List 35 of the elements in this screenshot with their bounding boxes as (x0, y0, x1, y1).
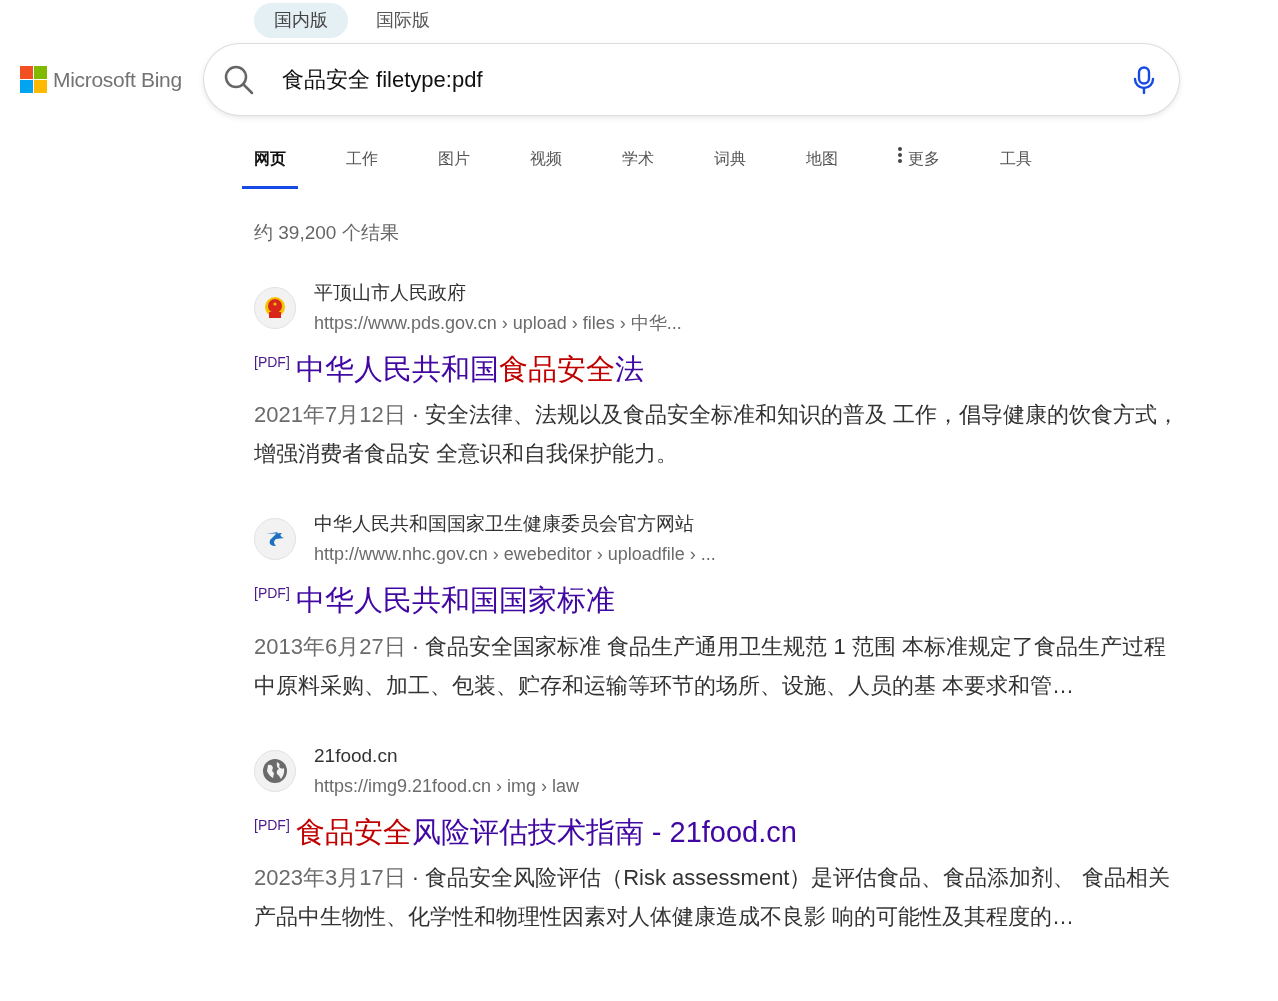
pdf-label: [PDF] (254, 815, 290, 835)
site-name: 中华人民共和国国家卫生健康委员会官方网站 (314, 512, 695, 536)
result-url: https://www.pds.gov.cn › upload › files › 中华... (314, 311, 682, 335)
more-dots-icon (898, 147, 902, 163)
nav-tab[interactable]: 地图 (794, 139, 850, 189)
edition-tab[interactable]: 国际版 (356, 2, 450, 38)
result-title-link[interactable]: 中华人民共和国国家标准 (295, 579, 615, 623)
result-url: https://img9.21food.cn › img › law (314, 774, 580, 798)
result-title-link[interactable]: 中华人民共和国食品安全法 (295, 347, 644, 391)
globe-icon (262, 757, 288, 784)
site-name: 21food.cn (314, 743, 399, 768)
nav-tab[interactable]: 更多 (886, 139, 952, 189)
result-snippet: 2013年6月27日 · 食品安全国家标准 食品生产通用卫生规范 1 范围 本标准规定了食品生产过程中原料采购、加工、包装、贮存和运输等环节的场所、设施、人员的基 本要求和管… (254, 632, 1167, 700)
result-title-link[interactable]: 食品安全风险评估技术指南 - 21food.cn (295, 810, 797, 854)
edition-tab[interactable]: 国内版 (254, 2, 348, 38)
pdf-label: [PDF] (254, 584, 290, 603)
microphone-icon[interactable] (1133, 65, 1155, 94)
site-name: 平顶山市人民政府 (314, 280, 467, 305)
nav-tab[interactable]: 工具 (988, 139, 1044, 189)
search-input[interactable]: 食品安全 filetype:pdf (280, 62, 1107, 97)
result-count: 约 39,200 个结果 (253, 221, 400, 245)
result-url: http://www.nhc.gov.cn › ewebeditor › uploadfile › ... (314, 543, 716, 566)
nav-tab[interactable]: 视频 (518, 139, 574, 189)
nav-tab[interactable]: 学术 (610, 139, 666, 189)
result-snippet: 2021年7月12日 · 安全法律、法规以及食品安全标准和知识的普及 工作，倡导健康的饮食方式，增强消费者食品安 全意识和自我保护能力。 (254, 401, 1181, 468)
nav-tab[interactable]: 网页 (242, 139, 298, 189)
windows-logo-icon (20, 66, 47, 93)
search-icon[interactable] (224, 64, 254, 95)
nav-tab[interactable]: 工作 (334, 139, 390, 189)
nav-tab[interactable]: 词典 (702, 139, 758, 189)
result-snippet: 2023年3月17日 · 食品安全风险评估（Risk assessment）是评估食品、食品添加剂、 食品相关产品中生物性、化学性和物理性因素对人体健康造成不良影 响的可能性及其程度的… (254, 864, 1171, 931)
emblem-icon (264, 295, 286, 320)
pdf-label: [PDF] (254, 352, 290, 372)
nav-tab[interactable]: 图片 (426, 139, 482, 189)
logo-text: Microsoft Bing (53, 66, 182, 93)
